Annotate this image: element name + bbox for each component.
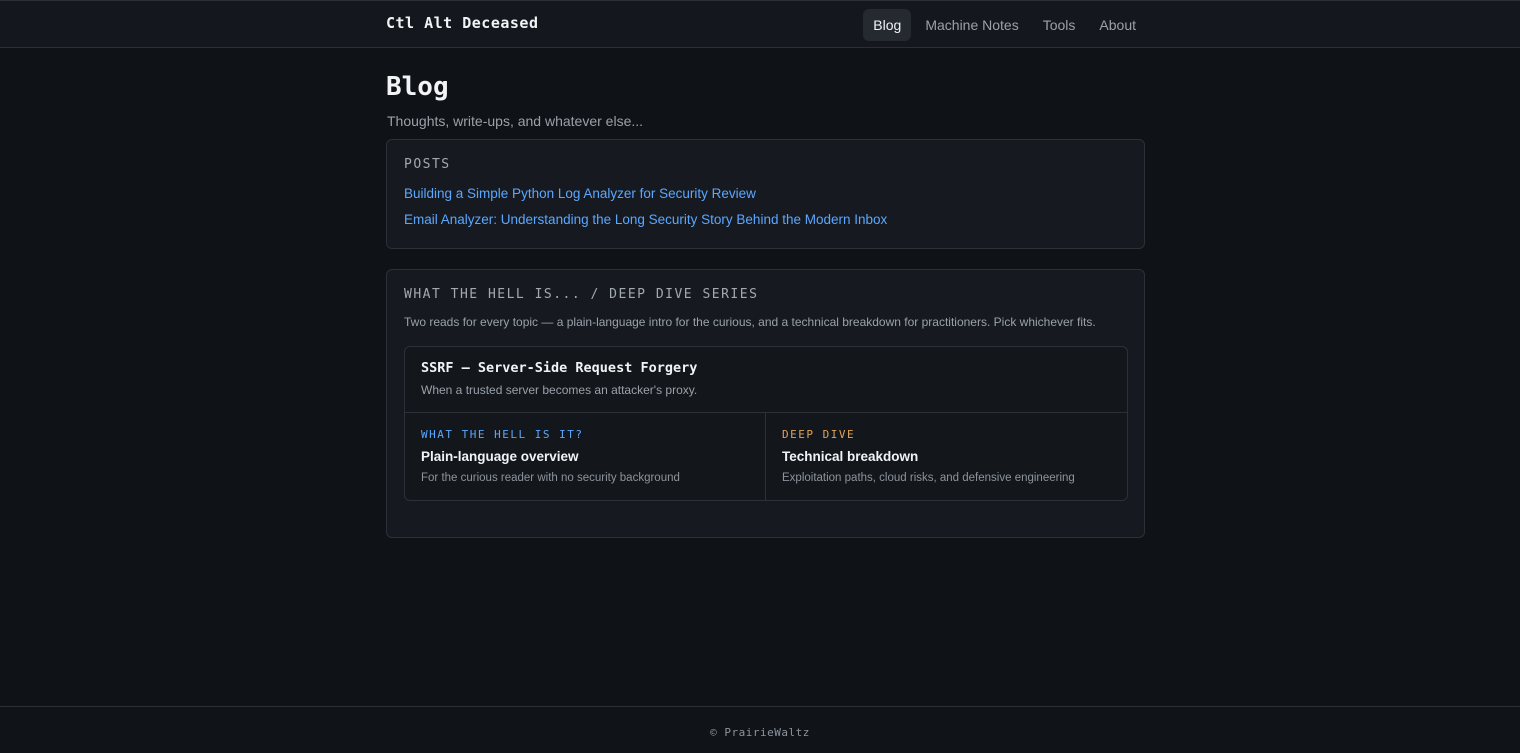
read-title: Technical breakdown (782, 449, 919, 464)
nav-item-blog[interactable]: Blog (863, 9, 912, 41)
read-link-overview[interactable]: WHAT THE HELL IS IT? Plain-language over… (405, 413, 766, 501)
nav-item-about[interactable]: About (1089, 9, 1146, 41)
nav-item-tools[interactable]: Tools (1033, 9, 1086, 41)
read-description: For the curious reader with no security … (421, 472, 680, 484)
topic-title: SSRF — Server-Side Request Forgery (421, 360, 698, 376)
series-heading: WHAT THE HELL IS... / DEEP DIVE SERIES (404, 287, 759, 302)
series-description: Two reads for every topic — a plain-lang… (404, 315, 1096, 329)
nav-item-machine-notes[interactable]: Machine Notes (915, 9, 1028, 41)
topic-subtitle: When a trusted server becomes an attacke… (421, 383, 698, 397)
read-title: Plain-language overview (421, 449, 579, 464)
post-link[interactable]: Building a Simple Python Log Analyzer fo… (404, 186, 756, 201)
post-link[interactable]: Email Analyzer: Understanding the Long S… (404, 212, 887, 227)
footer: © PrairieWaltz (0, 706, 1520, 753)
read-link-deep-dive[interactable]: DEEP DIVE Technical breakdown Exploitati… (766, 413, 1127, 501)
posts-heading: POSTS (404, 157, 451, 172)
topic-card-ssrf: SSRF — Server-Side Request Forgery When … (404, 346, 1128, 501)
page-subtitle: Thoughts, write-ups, and whatever else..… (387, 113, 644, 129)
top-nav-bar: Ctl Alt Deceased Blog Machine Notes Tool… (0, 0, 1520, 48)
footer-copyright: © PrairieWaltz (710, 726, 810, 739)
main-nav: Blog Machine Notes Tools About (863, 9, 1146, 41)
series-card: WHAT THE HELL IS... / DEEP DIVE SERIES T… (386, 269, 1145, 538)
page-title: Blog (386, 72, 449, 102)
read-kicker: WHAT THE HELL IS IT? (421, 428, 584, 441)
read-kicker: DEEP DIVE (782, 428, 856, 441)
posts-card: POSTS Building a Simple Python Log Analy… (386, 139, 1145, 249)
read-description: Exploitation paths, cloud risks, and def… (782, 472, 1075, 484)
site-brand[interactable]: Ctl Alt Deceased (386, 14, 539, 32)
